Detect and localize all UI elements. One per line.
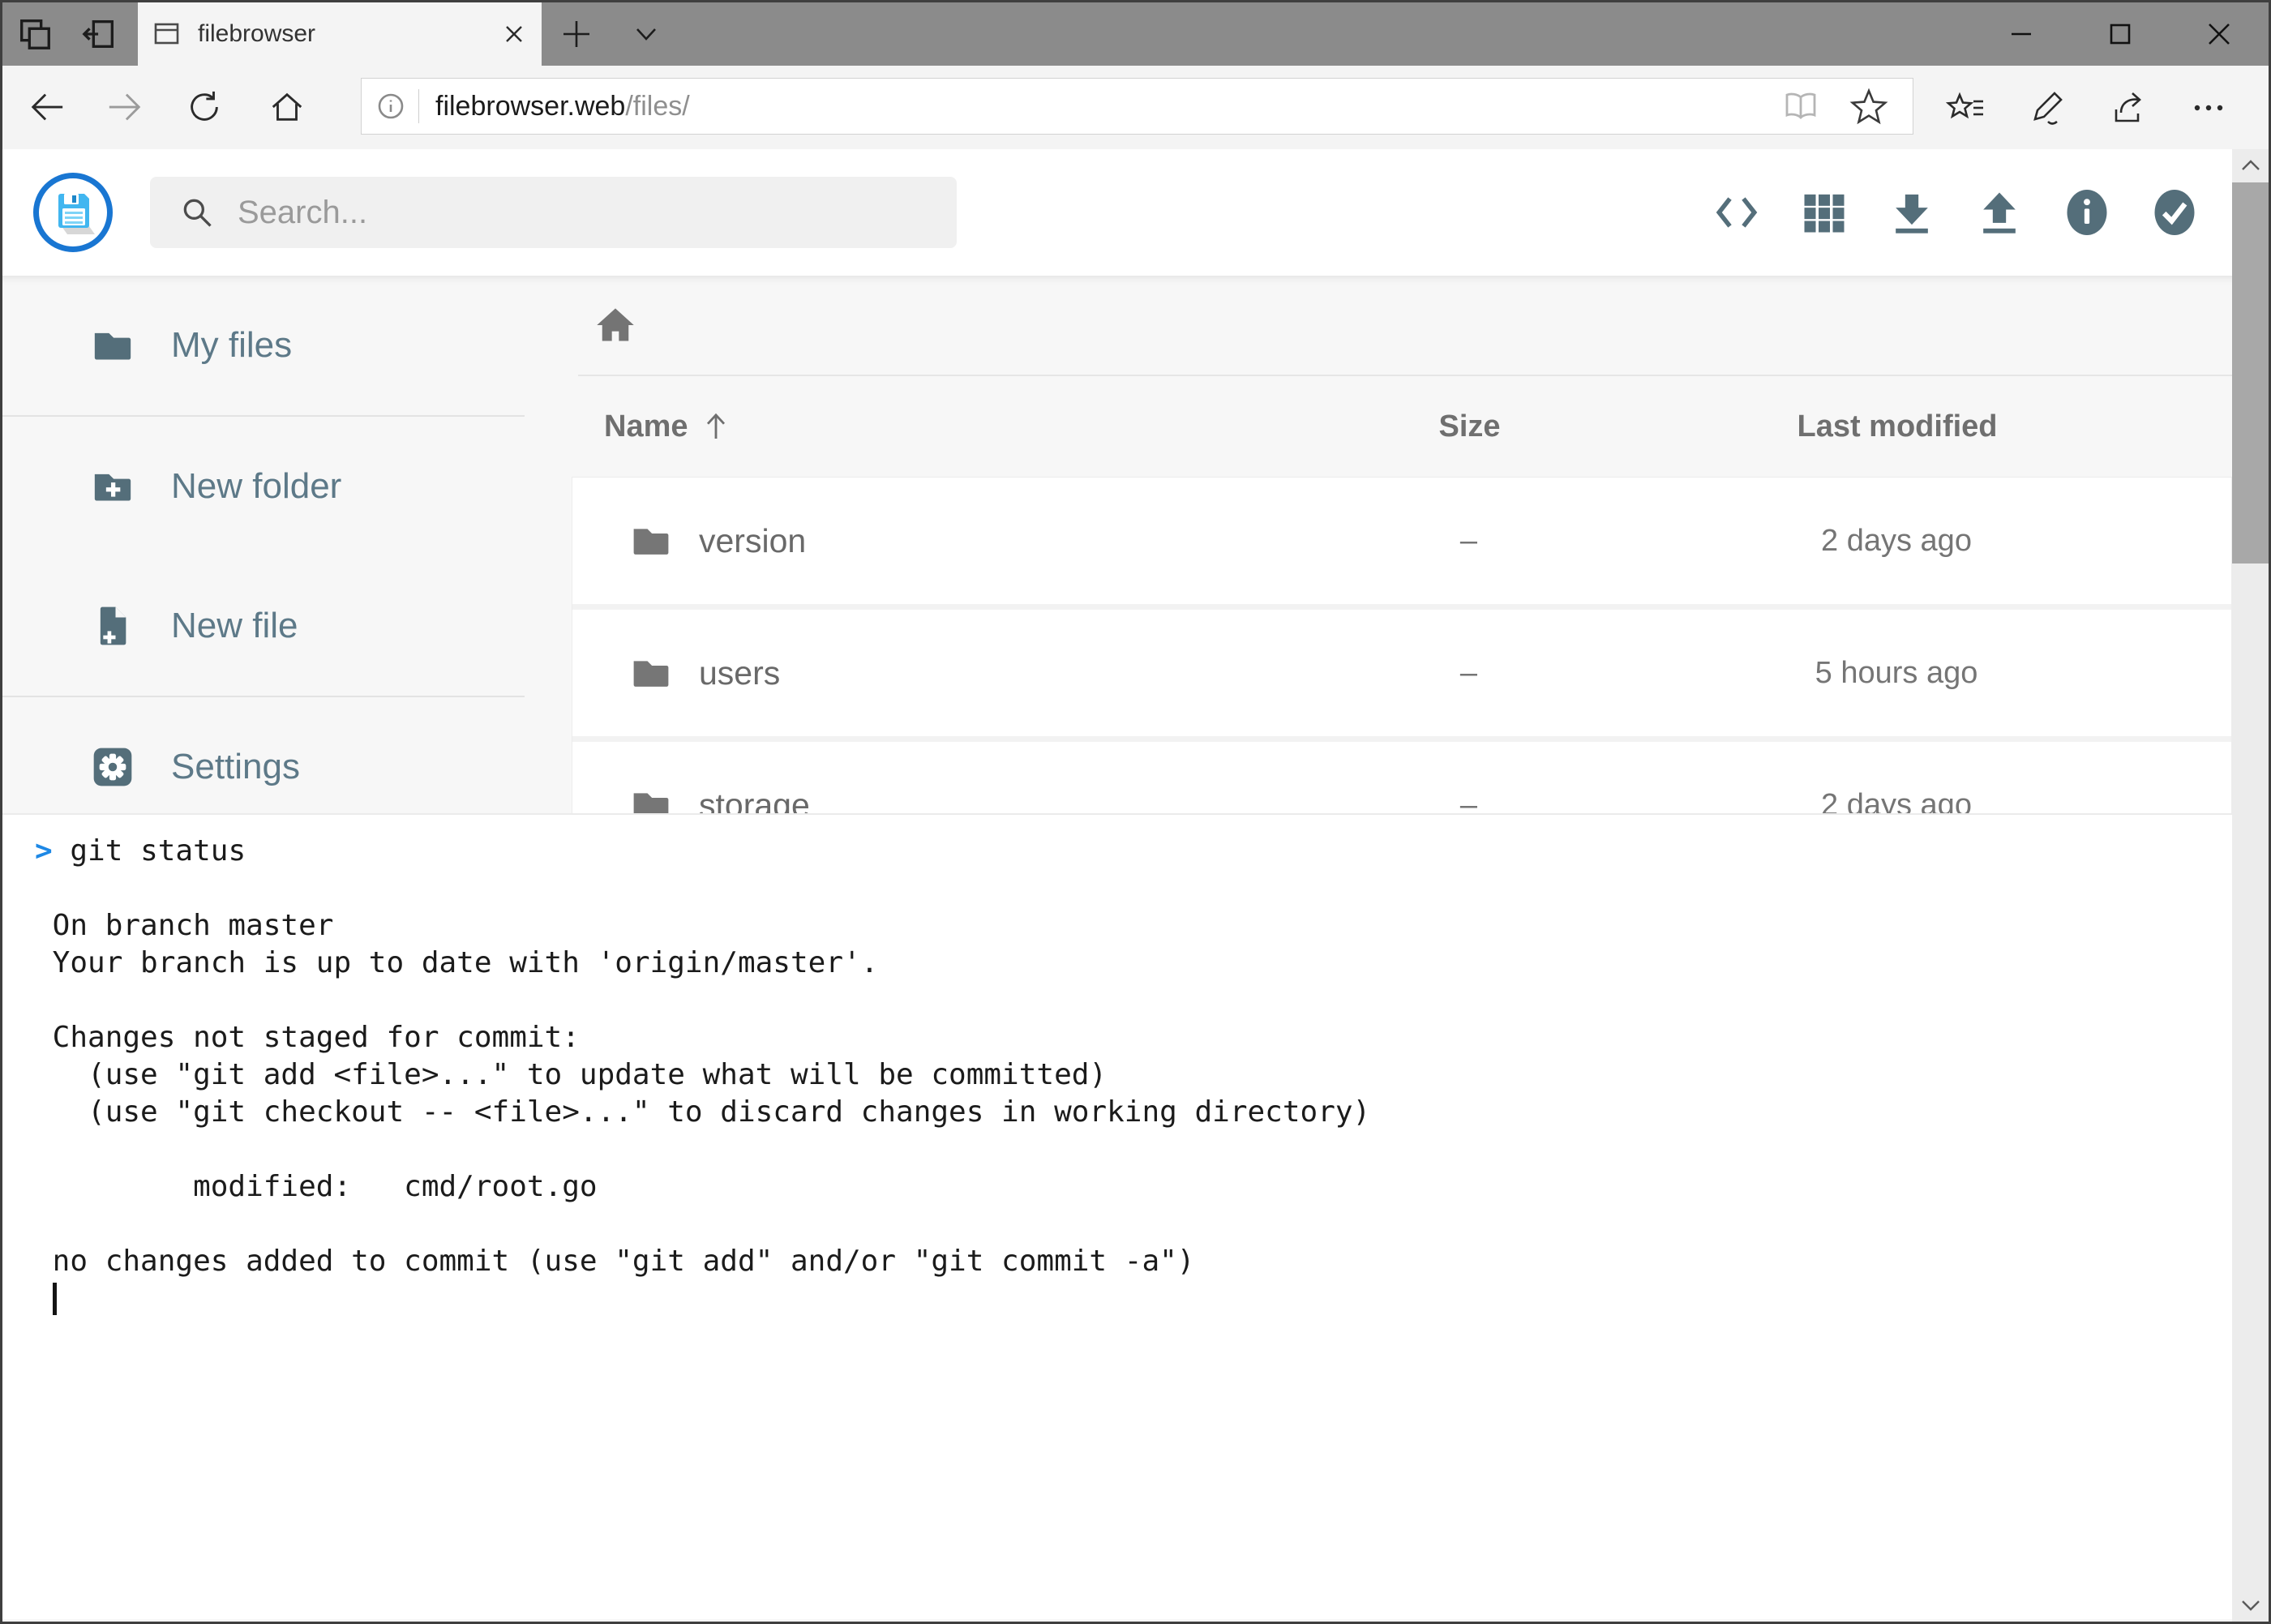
browser-tab[interactable]: filebrowser	[138, 2, 542, 66]
more-ellipsis-icon[interactable]	[2189, 88, 2228, 127]
tab-list-chevron-button[interactable]	[611, 2, 681, 66]
tab-preview-button[interactable]	[2, 2, 67, 66]
toolbar-right-actions	[1946, 88, 2228, 127]
forward-button[interactable]	[106, 88, 144, 126]
file-plus-icon	[90, 603, 135, 649]
folder-plus-icon	[90, 464, 135, 509]
sidebar-item-my-files[interactable]: My files	[2, 276, 539, 415]
home-breadcrumb-icon[interactable]	[594, 304, 636, 346]
file-listing: Name Size Last modified version	[572, 276, 2232, 874]
sidebar-item-label: Settings	[171, 747, 300, 787]
gear-icon	[90, 744, 135, 790]
file-modified: 2 days ago	[1637, 524, 2156, 559]
new-tab-button[interactable]	[542, 2, 611, 66]
prompt-chevron-icon: >	[35, 834, 53, 868]
address-bar[interactable]: filebrowser.web/files/	[361, 78, 1913, 135]
file-row-version[interactable]: version – 2 days ago	[572, 478, 2231, 610]
web-note-pen-icon[interactable]	[2027, 88, 2066, 127]
terminal-text[interactable]: > git status On branch master Your branc…	[2, 815, 2232, 1318]
file-modified: 5 hours ago	[1637, 656, 2156, 691]
scroll-down-button[interactable]	[2232, 1588, 2269, 1622]
tab-title: filebrowser	[198, 20, 501, 48]
sidebar: My files New folder New file Sett	[2, 276, 539, 837]
sort-up-icon	[700, 410, 732, 443]
file-name: users	[699, 654, 780, 692]
browser-toolbar: filebrowser.web/files/	[2, 66, 2269, 149]
sidebar-item-new-file[interactable]: New file	[2, 556, 539, 696]
sidebar-item-new-folder[interactable]: New folder	[2, 417, 539, 556]
browser-window: filebrowser	[0, 0, 2271, 1624]
url-path[interactable]: /files/	[625, 91, 689, 122]
download-icon[interactable]	[1888, 189, 1935, 236]
upload-icon[interactable]	[1976, 189, 2023, 236]
folder-icon	[90, 323, 135, 368]
filebrowser-logo[interactable]	[33, 173, 113, 252]
url-host[interactable]: filebrowser.web	[435, 91, 625, 122]
listing-header: Name Size Last modified	[572, 376, 2232, 477]
file-size: –	[1300, 656, 1637, 691]
folder-icon	[629, 651, 673, 695]
favorites-hub-icon[interactable]	[1946, 88, 1985, 127]
sidebar-item-label: New file	[171, 606, 298, 646]
toggle-shell-icon[interactable]	[1713, 189, 1760, 236]
maximize-button[interactable]	[2071, 2, 2170, 66]
column-header-name[interactable]: Name	[572, 409, 1301, 444]
file-row-users[interactable]: users – 5 hours ago	[572, 610, 2231, 742]
search-input[interactable]	[236, 194, 957, 232]
home-button[interactable]	[268, 88, 306, 126]
add-favorite-star-icon[interactable]	[1849, 87, 1888, 126]
address-separator	[418, 89, 419, 123]
filebrowser-header	[2, 149, 2269, 276]
address-bar-actions	[1781, 79, 1888, 134]
scroll-up-button[interactable]	[2232, 149, 2269, 183]
share-icon[interactable]	[2108, 88, 2147, 127]
back-button[interactable]	[28, 88, 66, 126]
reading-view-icon[interactable]	[1781, 87, 1820, 126]
sidebar-item-label: New folder	[171, 466, 341, 507]
scrollbar-thumb[interactable]	[2232, 182, 2269, 563]
page-scrollbar[interactable]	[2232, 149, 2269, 1622]
column-label: Name	[604, 409, 688, 444]
grid-view-icon[interactable]	[1801, 189, 1848, 236]
minimize-button[interactable]	[1972, 2, 2071, 66]
window-controls	[1972, 2, 2269, 66]
file-size: –	[1300, 524, 1637, 559]
search-bar[interactable]	[150, 177, 957, 248]
column-header-size[interactable]: Size	[1301, 409, 1638, 444]
select-multiple-check-icon[interactable]	[2151, 189, 2198, 236]
refresh-button[interactable]	[186, 88, 223, 126]
site-info-icon[interactable]	[375, 90, 407, 122]
breadcrumb	[572, 276, 2232, 375]
tab-bar-actions	[542, 2, 681, 66]
tab-close-icon[interactable]	[501, 21, 527, 47]
terminal-command: git status	[70, 834, 246, 868]
tab-preview-icon	[16, 15, 54, 53]
set-tabs-aside-button[interactable]	[67, 2, 132, 66]
folder-icon	[629, 519, 673, 563]
terminal-cursor	[53, 1283, 57, 1315]
search-icon	[179, 195, 215, 230]
column-header-modified[interactable]: Last modified	[1638, 409, 2157, 444]
close-button[interactable]	[2170, 2, 2269, 66]
terminal-output: On branch master Your branch is up to da…	[35, 909, 1370, 1278]
info-icon[interactable]	[2063, 189, 2110, 236]
header-action-icons	[1713, 189, 2198, 236]
tab-favicon	[152, 19, 182, 49]
sidebar-item-label: My files	[171, 325, 292, 366]
set-tabs-aside-icon	[81, 15, 118, 53]
shell-terminal-panel[interactable]: > git status On branch master Your branc…	[2, 813, 2232, 1619]
file-name: version	[699, 522, 806, 560]
